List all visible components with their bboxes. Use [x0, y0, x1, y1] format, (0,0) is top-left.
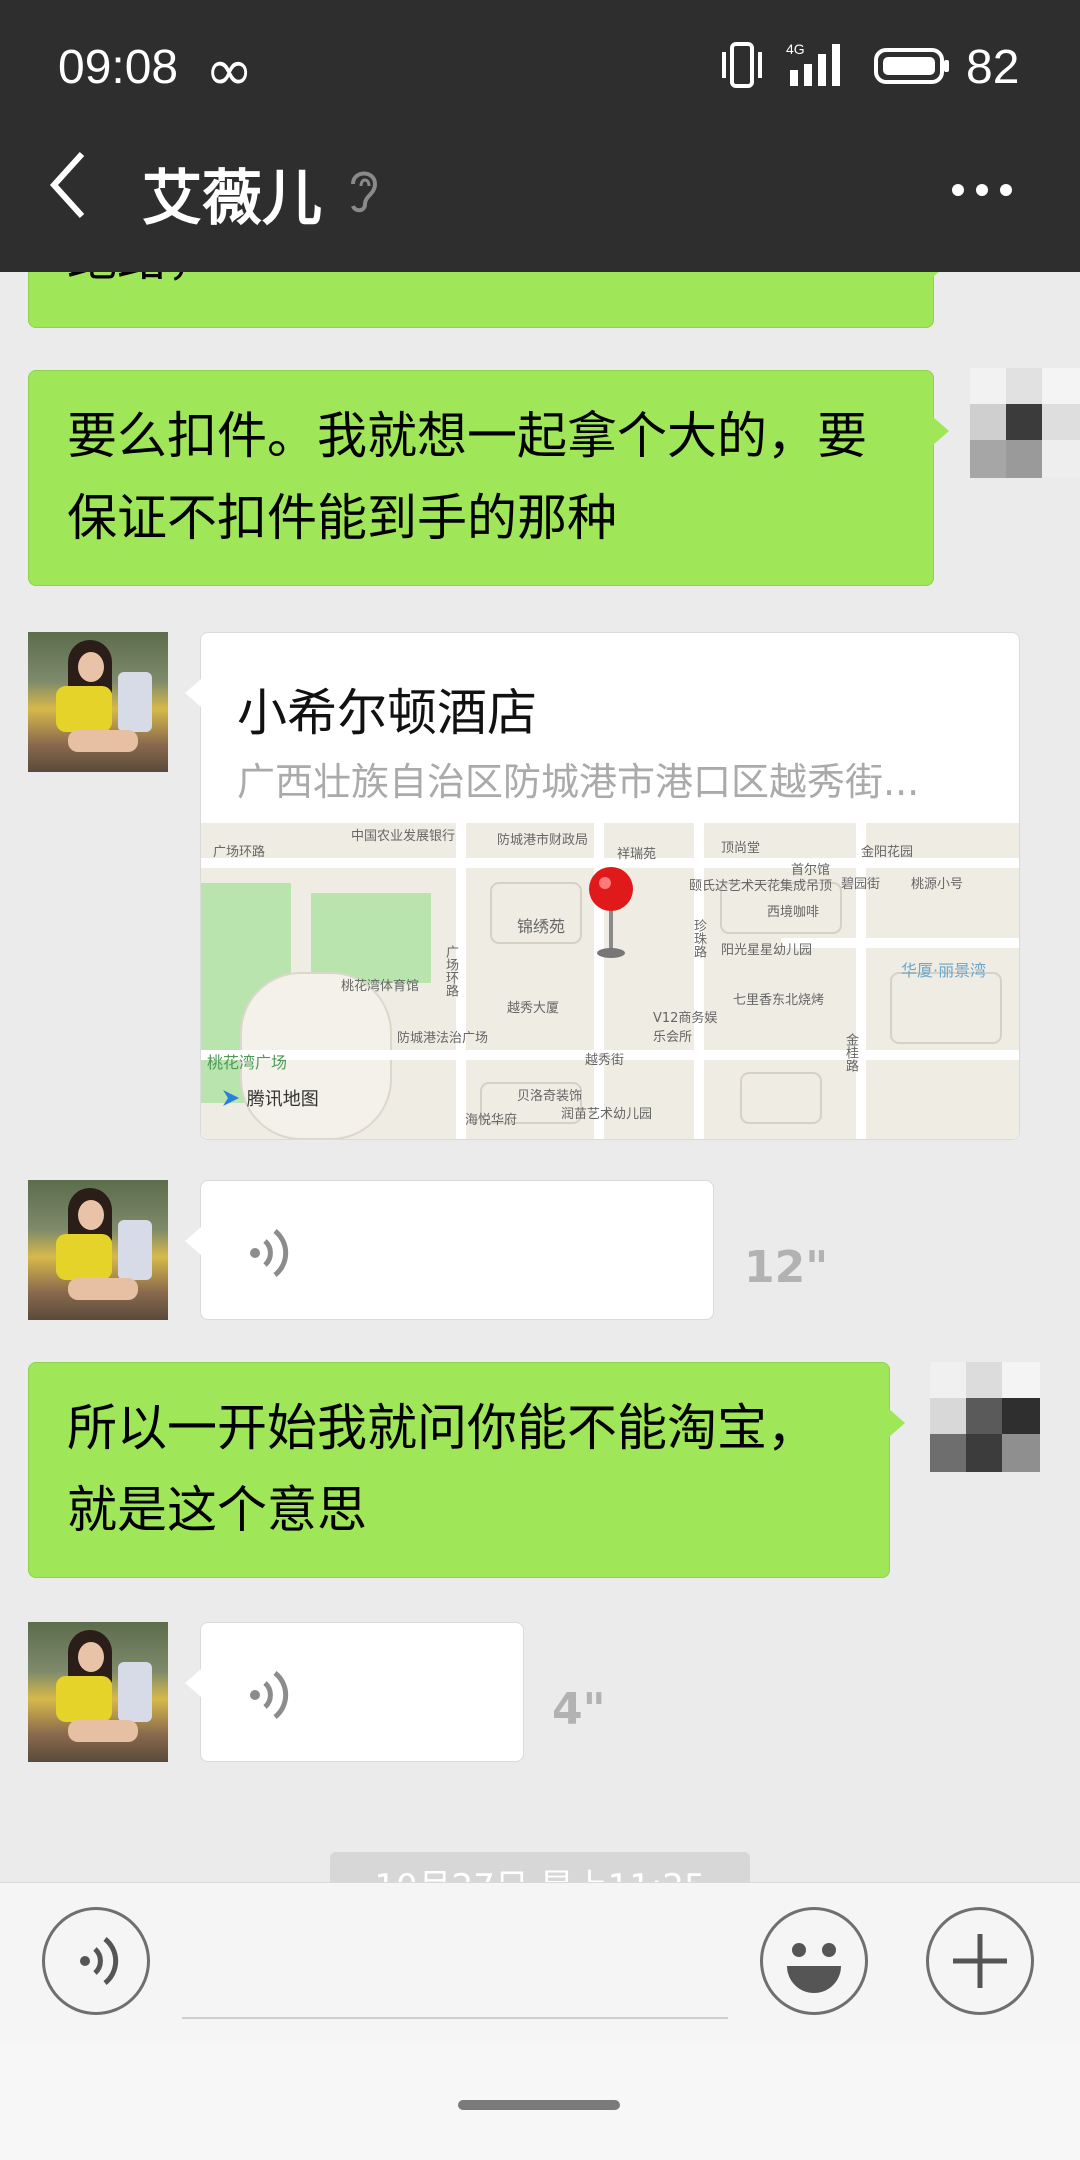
location-name: 小希尔顿酒店: [237, 684, 537, 742]
map-label: 顶尚堂: [721, 841, 761, 856]
self-avatar[interactable]: [930, 1362, 1040, 1472]
message-bubble-outgoing[interactable]: 所以一开始我就问你能不能淘宝，就是这个意思: [28, 1362, 905, 1578]
map-brand-text: 腾讯地图: [246, 1089, 319, 1110]
location-pin-icon: [589, 867, 633, 958]
map-label: 金桂路: [843, 1033, 858, 1072]
voice-duration: 4": [552, 1684, 606, 1735]
message-timestamp: 10月27日 星上11:25: [330, 1852, 750, 1882]
message-input[interactable]: [182, 2017, 728, 2019]
contact-avatar[interactable]: [28, 1180, 168, 1320]
chat-area[interactable]: 跑路， 要么扣件。我就想一起拿个大的，要保证不扣件能到手的那种 小希尔顿酒店 广…: [0, 272, 1080, 1882]
map-label: 桃花湾广场: [207, 1053, 288, 1072]
input-bar: [0, 1882, 1080, 2045]
voice-wave-icon: [250, 1229, 289, 1277]
voice-message[interactable]: [185, 1180, 714, 1320]
map-label: 颐氏达艺术天花集成吊顶: [689, 879, 833, 894]
map-label: 桃花湾体育馆: [341, 979, 420, 994]
map-label: V12商务娱乐会所: [653, 1011, 718, 1045]
tencent-map-logo-icon: [223, 1090, 239, 1106]
location-map[interactable]: 广场环路 中国农业发展银行 防城港市财政局 祥瑞苑 顶尚堂 首尔馆 金阳花园 桃…: [201, 823, 1019, 1139]
message-bubble-outgoing[interactable]: 跑路，: [28, 272, 949, 328]
home-indicator[interactable]: [458, 2100, 620, 2110]
system-nav-bar: [0, 2044, 1080, 2160]
more-options-icon[interactable]: [950, 182, 1014, 198]
signal-icon: 4G: [786, 41, 840, 86]
chat-title: 艾薇儿: [142, 164, 322, 234]
map-label: 华厦·丽景湾: [901, 961, 987, 980]
voice-wave-icon: [250, 1671, 289, 1719]
map-label: 珍珠路: [691, 919, 706, 958]
location-address: 广西壮族自治区防城港市港口区越秀街...: [237, 760, 920, 804]
back-icon[interactable]: [48, 150, 88, 220]
self-avatar[interactable]: [970, 368, 1080, 478]
emoji-button[interactable]: [760, 1907, 868, 2015]
emoji-icon: [787, 1943, 841, 1993]
map-label: 越秀街: [585, 1053, 625, 1068]
map-label: 越秀大厦: [507, 1001, 560, 1016]
map-label: 海悦华府: [465, 1113, 518, 1128]
map-label: 西境咖啡: [767, 905, 820, 920]
more-functions-button[interactable]: [926, 1907, 1034, 2015]
plus-icon: [953, 1934, 1007, 1988]
message-text: 跑路，: [67, 272, 217, 287]
map-label: 广场环路: [443, 945, 458, 997]
infinity-icon: ∞: [205, 36, 254, 104]
map-label: 防城港法治广场: [397, 1031, 489, 1046]
map-label: 锦绣苑: [517, 917, 566, 936]
map-label: 阳光星星幼儿园: [721, 943, 813, 958]
message-text: 要么扣件。我就想一起拿个大的，要保证不扣件能到手的那种: [67, 407, 867, 547]
message-text: 所以一开始我就问你能不能淘宝，就是这个意思: [67, 1399, 817, 1539]
voice-message[interactable]: [185, 1622, 524, 1762]
top-bar: 09:08 ∞ 4G 82 艾薇儿: [0, 0, 1080, 272]
voice-input-icon: [80, 1937, 119, 1985]
contact-avatar[interactable]: [28, 1622, 168, 1762]
map-label: 润苗艺术幼儿园: [561, 1107, 653, 1122]
battery-percent: 82: [966, 41, 1020, 94]
map-label: 碧园街: [841, 877, 881, 892]
status-time: 09:08: [58, 41, 179, 94]
ear-icon: [351, 171, 378, 213]
map-label: 祥瑞苑: [617, 847, 657, 862]
location-card[interactable]: 小希尔顿酒店 广西壮族自治区防城港市港口区越秀街... 广场环路 中国农业发展银…: [185, 632, 1020, 1140]
battery-icon: [874, 48, 949, 84]
network-label: 4G: [786, 41, 805, 57]
map-label: 七里香东北烧烤: [733, 993, 825, 1008]
map-label: 桃源小号: [911, 877, 964, 892]
map-brand-label: 腾讯地图: [221, 1085, 319, 1111]
voice-input-button[interactable]: [42, 1907, 150, 2015]
message-bubble-outgoing[interactable]: 要么扣件。我就想一起拿个大的，要保证不扣件能到手的那种: [28, 370, 949, 586]
voice-duration: 12": [744, 1242, 829, 1293]
map-label: 广场环路: [213, 845, 266, 860]
map-label: 防城港市财政局: [497, 833, 589, 848]
map-label: 中国农业发展银行: [351, 829, 456, 844]
map-label: 贝洛奇装饰: [517, 1089, 583, 1104]
contact-avatar[interactable]: [28, 632, 168, 772]
map-label: 金阳花园: [861, 845, 914, 860]
vibrate-icon: [722, 42, 762, 88]
